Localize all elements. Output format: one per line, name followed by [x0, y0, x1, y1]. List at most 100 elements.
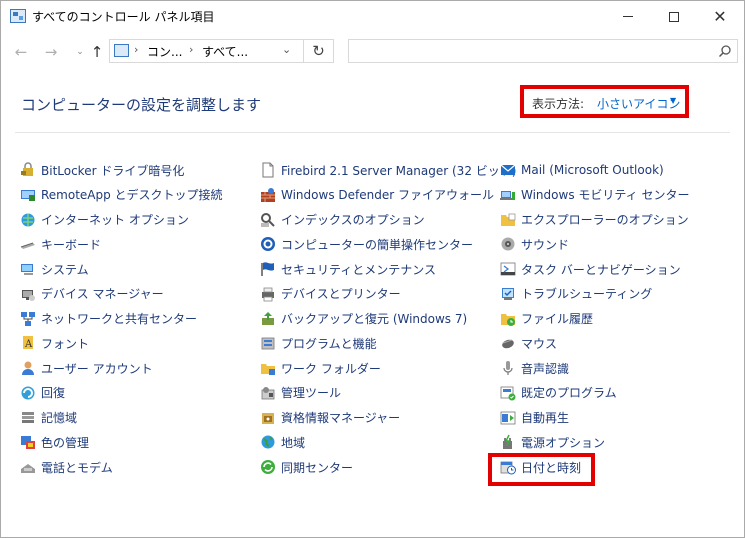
mouse-icon: [500, 335, 516, 351]
control-panel-window: すべてのコントロール パネル項目 ✕ ← → ⌄ ↑ › コン... › すべて…: [0, 0, 745, 538]
credential-icon: [260, 410, 276, 426]
control-panel-item-label: 電源オプション: [521, 435, 606, 450]
control-panel-item[interactable]: 同期センター: [260, 457, 353, 477]
control-panel-item[interactable]: 電話とモデム: [20, 457, 113, 477]
control-panel-item-label: 記憶域: [41, 411, 78, 425]
date-time-icon: [500, 459, 516, 475]
bitlocker-icon: [20, 162, 36, 178]
address-bar[interactable]: › コン... › すべて... ⌄: [109, 39, 304, 63]
file-history-icon: [500, 311, 516, 327]
control-panel-item[interactable]: ワーク フォルダー: [260, 358, 381, 378]
recovery-icon: [20, 385, 36, 401]
programs-icon: [260, 335, 276, 351]
control-panel-item[interactable]: デバイス マネージャー: [20, 284, 164, 304]
refresh-button[interactable]: ↻: [304, 39, 334, 63]
control-panel-item[interactable]: ネットワークと共有センター: [20, 309, 197, 329]
network-icon: [20, 311, 36, 327]
up-button[interactable]: ↑: [87, 42, 107, 62]
control-panel-item[interactable]: Windows モビリティ センター: [500, 185, 689, 205]
control-panel-item-label: タスク バーとナビゲーション: [521, 262, 681, 277]
title-bar[interactable]: すべてのコントロール パネル項目 ✕: [1, 1, 744, 32]
control-panel-item[interactable]: サウンド: [500, 234, 569, 254]
control-panel-item-label: キーボード: [41, 237, 102, 252]
control-panel-item-label: バックアップと復元 (Windows 7): [281, 312, 468, 326]
indexing-icon: [260, 212, 276, 228]
autoplay-icon: [500, 410, 516, 426]
control-panel-item-label: 日付と時刻: [521, 460, 582, 475]
control-panel-item-label: ユーザー アカウント: [41, 361, 153, 376]
control-panel-item-label: Firebird 2.1 Server Manager (32 ビット): [281, 163, 517, 178]
control-panel-item[interactable]: インターネット オプション: [20, 210, 189, 230]
control-panel-item[interactable]: 電源オプション: [500, 432, 605, 452]
search-icon[interactable]: [718, 44, 732, 58]
search-input[interactable]: [348, 39, 738, 63]
control-panel-item[interactable]: RemoteApp とデスクトップ接続: [20, 185, 223, 205]
explorer-options-icon: [500, 212, 516, 228]
control-panel-item-label: 電話とモデム: [41, 460, 113, 475]
control-panel-item-label: 色の管理: [41, 435, 90, 450]
control-panel-item[interactable]: インデックスのオプション: [260, 210, 425, 230]
control-panel-item[interactable]: セキュリティとメンテナンス: [260, 259, 436, 279]
maximize-button[interactable]: [651, 1, 697, 32]
close-icon: ✕: [713, 6, 727, 26]
control-panel-item[interactable]: バックアップと復元 (Windows 7): [260, 309, 467, 329]
control-panel-item[interactable]: プログラムと機能: [260, 333, 377, 353]
chevron-right-icon[interactable]: ›: [189, 43, 193, 56]
control-panel-item[interactable]: 管理ツール: [260, 383, 341, 403]
chevron-down-icon[interactable]: ⌄: [282, 43, 291, 56]
forward-button[interactable]: →: [41, 42, 61, 62]
control-panel-item-label: 管理ツール: [281, 386, 342, 401]
control-panel-item[interactable]: 色の管理: [20, 432, 89, 452]
device-manager-icon: [20, 286, 36, 302]
control-panel-item[interactable]: Windows Defender ファイアウォール: [260, 185, 494, 205]
minimize-button[interactable]: [605, 1, 651, 32]
control-panel-item[interactable]: 音声認識: [500, 358, 569, 378]
control-panel-item[interactable]: ファイル履歴: [500, 309, 593, 329]
troubleshoot-icon: [500, 286, 516, 302]
control-panel-item[interactable]: A フォント: [20, 333, 89, 353]
window-title: すべてのコントロール パネル項目: [32, 10, 215, 24]
control-panel-item[interactable]: 資格情報マネージャー: [260, 408, 400, 428]
breadcrumb-all-items[interactable]: すべて...: [202, 43, 248, 60]
chevron-right-icon[interactable]: ›: [134, 43, 138, 56]
control-panel-item[interactable]: システム: [20, 259, 89, 279]
back-button[interactable]: ←: [11, 42, 31, 62]
user-accounts-icon: [20, 360, 36, 376]
control-panel-item[interactable]: キーボード: [20, 234, 101, 254]
control-panel-item-label: システム: [41, 262, 89, 277]
caret-down-icon[interactable]: ▼: [670, 96, 676, 105]
region-icon: [260, 434, 276, 450]
control-panel-item[interactable]: エクスプローラーのオプション: [500, 210, 689, 230]
close-button[interactable]: ✕: [697, 1, 743, 32]
control-panel-item[interactable]: タスク バーとナビゲーション: [500, 259, 681, 279]
control-panel-item[interactable]: デバイスとプリンター: [260, 284, 401, 304]
control-panel-item[interactable]: 自動再生: [500, 408, 569, 428]
breadcrumb-control-panel[interactable]: コン...: [147, 43, 182, 60]
control-panel-item-label: 音声認識: [521, 361, 570, 376]
control-panel-item[interactable]: 地域: [260, 432, 305, 452]
control-panel-item-label: セキュリティとメンテナンス: [281, 262, 437, 277]
power-icon: [500, 434, 516, 450]
internet-options-icon: [20, 212, 36, 228]
control-panel-item[interactable]: 日付と時刻: [500, 457, 581, 477]
view-by-dropdown[interactable]: 小さいアイコン: [597, 95, 680, 112]
control-panel-item[interactable]: ユーザー アカウント: [20, 358, 153, 378]
control-panel-item-label: 地域: [281, 435, 306, 450]
control-panel-item-label: デバイス マネージャー: [41, 287, 164, 302]
control-panel-item[interactable]: 回復: [20, 383, 65, 403]
control-panel-item[interactable]: Firebird 2.1 Server Manager (32 ビット): [260, 160, 516, 180]
control-panel-item[interactable]: コンピューターの簡単操作センター: [260, 234, 473, 254]
taskbar-icon: [500, 261, 516, 277]
control-panel-item[interactable]: 記憶域: [20, 408, 77, 428]
view-by-selector[interactable]: 表示方法: 小さいアイコン ▼: [520, 85, 689, 118]
keyboard-icon: [20, 236, 36, 252]
control-panel-item-label: 自動再生: [521, 411, 570, 425]
control-panel-item[interactable]: マウス: [500, 333, 557, 353]
control-panel-item[interactable]: Mail (Microsoft Outlook): [500, 160, 664, 180]
control-panel-item[interactable]: BitLocker ドライブ暗号化: [20, 160, 184, 180]
system-icon: [20, 261, 36, 277]
control-panel-item[interactable]: 既定のプログラム: [500, 383, 617, 403]
control-panel-item[interactable]: トラブルシューティング: [500, 284, 652, 304]
control-panel-item-label: マウス: [521, 336, 558, 351]
font-icon: A: [20, 335, 36, 351]
